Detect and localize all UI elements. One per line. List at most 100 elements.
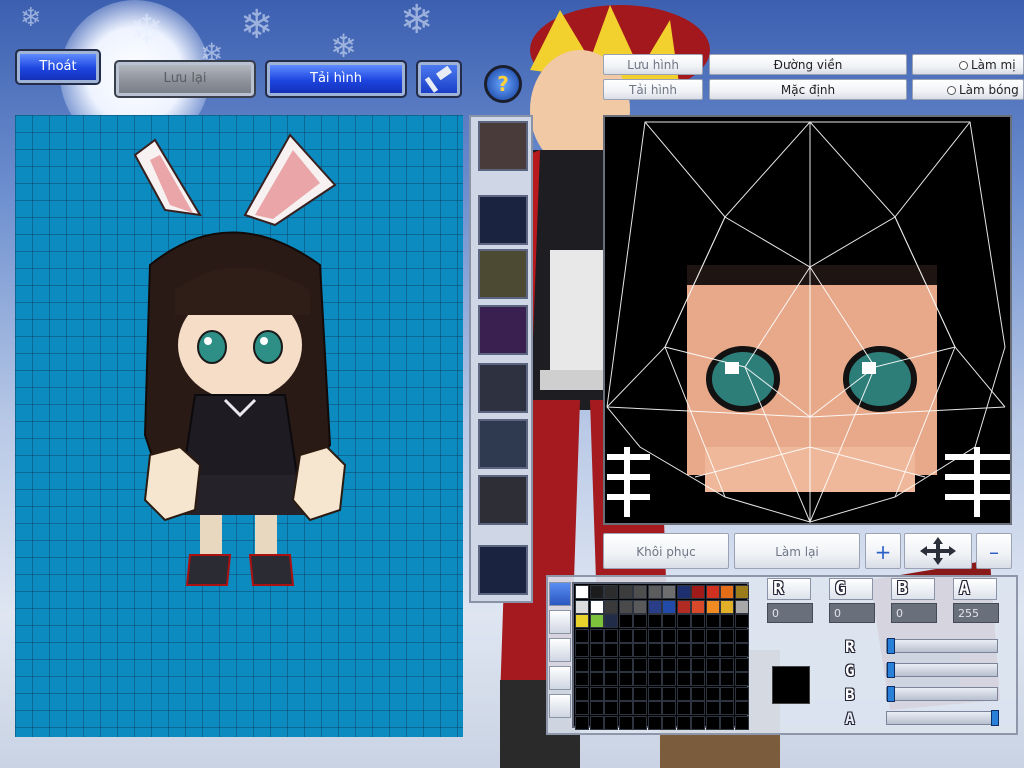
color-swatch[interactable] [734, 614, 749, 628]
color-swatch[interactable] [705, 643, 720, 657]
color-swatch[interactable] [720, 657, 734, 672]
color-swatch[interactable] [589, 657, 604, 672]
color-swatch[interactable] [734, 701, 749, 715]
color-swatch[interactable] [575, 628, 589, 643]
color-swatch[interactable] [633, 672, 647, 686]
color-swatch[interactable] [676, 614, 691, 628]
color-swatch[interactable] [676, 657, 691, 672]
color-swatch[interactable] [604, 686, 618, 701]
zoom-out-button[interactable]: – [976, 533, 1012, 569]
color-swatch[interactable] [647, 585, 662, 599]
color-swatch[interactable] [633, 686, 647, 701]
color-swatch[interactable] [734, 686, 749, 701]
color-swatch[interactable] [618, 701, 633, 715]
color-swatch[interactable] [589, 701, 604, 715]
color-swatch[interactable] [720, 701, 734, 715]
exit-button[interactable]: Thoát [15, 49, 101, 85]
palette-tab[interactable] [549, 582, 571, 606]
g-slider[interactable] [886, 662, 998, 678]
r-value-field[interactable]: 0 [767, 603, 813, 623]
color-swatch[interactable] [705, 672, 720, 686]
restore-button[interactable]: Khôi phục [603, 533, 729, 569]
color-swatch[interactable] [633, 715, 647, 730]
color-swatch[interactable] [734, 657, 749, 672]
color-swatch[interactable] [691, 643, 705, 657]
color-swatch[interactable] [589, 715, 604, 730]
color-swatch[interactable] [720, 585, 734, 599]
color-swatch[interactable] [618, 657, 633, 672]
color-swatch[interactable] [589, 599, 604, 614]
color-swatch-grid[interactable] [572, 582, 749, 730]
color-swatch[interactable] [647, 657, 662, 672]
part-thumbnail[interactable] [478, 475, 528, 525]
color-swatch[interactable] [604, 628, 618, 643]
color-swatch[interactable] [662, 628, 676, 643]
color-swatch[interactable] [575, 701, 589, 715]
color-swatch[interactable] [662, 657, 676, 672]
help-button[interactable]: ? [484, 65, 522, 103]
default-button[interactable]: Mặc định [709, 79, 907, 100]
color-swatch[interactable] [691, 614, 705, 628]
color-swatch[interactable] [575, 585, 589, 599]
color-swatch[interactable] [604, 643, 618, 657]
color-swatch[interactable] [705, 628, 720, 643]
color-swatch[interactable] [720, 614, 734, 628]
color-swatch[interactable] [589, 672, 604, 686]
color-swatch[interactable] [720, 672, 734, 686]
part-thumbnail[interactable] [478, 419, 528, 469]
color-swatch[interactable] [676, 701, 691, 715]
outline-button[interactable]: Đường viền [709, 54, 907, 75]
color-swatch[interactable] [647, 614, 662, 628]
color-swatch[interactable] [604, 657, 618, 672]
color-swatch[interactable] [618, 715, 633, 730]
color-swatch[interactable] [691, 585, 705, 599]
b-slider[interactable] [886, 686, 998, 702]
reload-texture-button[interactable]: Tải hình [603, 79, 703, 100]
color-swatch[interactable] [633, 657, 647, 672]
slider-handle[interactable] [887, 638, 895, 654]
color-swatch[interactable] [618, 672, 633, 686]
tool-button[interactable] [416, 60, 462, 98]
color-swatch[interactable] [633, 599, 647, 614]
slider-handle[interactable] [887, 662, 895, 678]
color-swatch[interactable] [647, 701, 662, 715]
b-value-field[interactable]: 0 [891, 603, 937, 623]
color-swatch[interactable] [618, 614, 633, 628]
color-swatch[interactable] [662, 643, 676, 657]
palette-tab[interactable] [549, 666, 571, 690]
texture-editor-canvas[interactable] [603, 115, 1012, 525]
color-swatch[interactable] [618, 599, 633, 614]
reload-image-button[interactable]: Tải hình [265, 60, 407, 98]
color-swatch[interactable] [720, 643, 734, 657]
part-thumbnail[interactable] [478, 249, 528, 299]
color-swatch[interactable] [662, 672, 676, 686]
color-swatch[interactable] [618, 686, 633, 701]
color-swatch[interactable] [705, 715, 720, 730]
color-swatch[interactable] [633, 643, 647, 657]
zoom-in-button[interactable]: + [865, 533, 901, 569]
color-swatch[interactable] [647, 672, 662, 686]
color-swatch[interactable] [618, 585, 633, 599]
color-swatch[interactable] [691, 715, 705, 730]
blur-radio[interactable]: Làm mị [912, 54, 1024, 75]
color-swatch[interactable] [647, 599, 662, 614]
color-swatch[interactable] [618, 643, 633, 657]
color-swatch[interactable] [604, 715, 618, 730]
color-swatch[interactable] [662, 585, 676, 599]
part-thumbnail[interactable] [478, 305, 528, 355]
color-swatch[interactable] [691, 672, 705, 686]
color-swatch[interactable] [633, 701, 647, 715]
a-slider[interactable] [886, 710, 999, 726]
color-swatch[interactable] [691, 599, 705, 614]
color-swatch[interactable] [633, 585, 647, 599]
color-swatch[interactable] [662, 701, 676, 715]
color-swatch[interactable] [734, 715, 749, 730]
color-swatch[interactable] [633, 628, 647, 643]
color-swatch[interactable] [705, 614, 720, 628]
color-swatch[interactable] [691, 657, 705, 672]
color-swatch[interactable] [705, 657, 720, 672]
color-swatch[interactable] [691, 628, 705, 643]
color-swatch[interactable] [647, 715, 662, 730]
color-swatch[interactable] [662, 715, 676, 730]
color-swatch[interactable] [705, 701, 720, 715]
